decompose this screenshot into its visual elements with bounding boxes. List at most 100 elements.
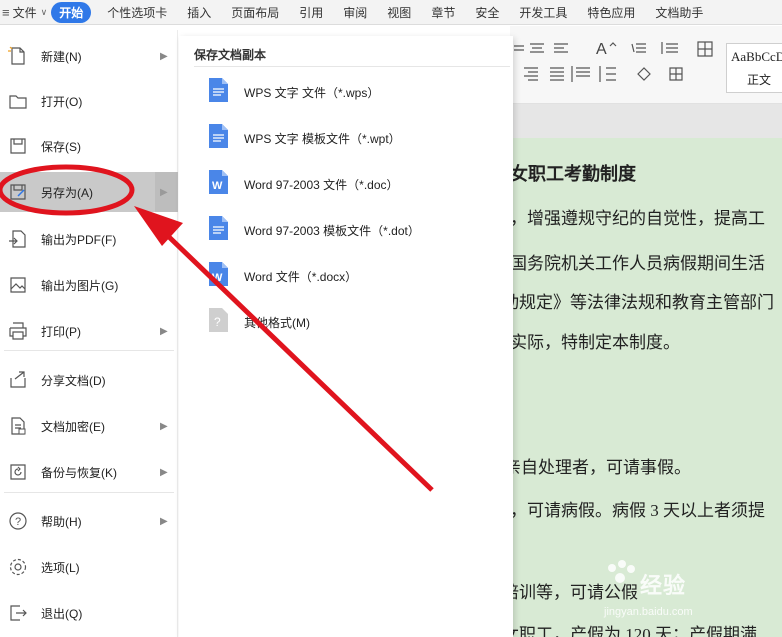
chevron-right-icon: ▶ — [160, 466, 168, 478]
menu-item-label: 输出为图片(G) — [41, 278, 119, 293]
encrypt-icon — [11, 417, 26, 435]
menu-item-label: 选项(L) — [41, 560, 80, 575]
format-label: WPS 文字 文件（*.wps） — [244, 86, 380, 100]
menu-item-export-image[interactable]: 输出为图片(G) — [0, 265, 178, 305]
document-gutter — [510, 104, 782, 138]
file-menu-label: 文件 — [12, 5, 37, 20]
document-line: ，可请病假。病假 3 天以上者须提 — [510, 501, 765, 520]
menu-item-exit[interactable]: 退出(Q) — [0, 593, 178, 633]
menu-item-print[interactable]: 打印(P) ▶ — [0, 311, 178, 351]
format-label: Word 97-2003 模板文件（*.dot） — [244, 224, 420, 238]
chevron-right-icon: ▶ — [160, 186, 168, 198]
save-as-dot[interactable]: Word 97-2003 模板文件（*.dot） — [179, 206, 513, 252]
document-line: 国务院机关工作人员病假期间生活 — [510, 254, 765, 273]
svg-text:W: W — [212, 272, 223, 284]
gear-icon — [9, 558, 27, 576]
tab-review[interactable]: 审阅 — [333, 4, 377, 21]
menu-item-label: 新建(N) — [41, 49, 82, 64]
save-as-other[interactable]: ? 其他格式(M) — [179, 298, 513, 344]
menu-divider — [4, 350, 174, 351]
new-file-icon — [8, 46, 25, 65]
chevron-right-icon: ▶ — [160, 515, 168, 527]
tab-start[interactable]: 开始 — [51, 1, 92, 23]
backup-icon — [10, 464, 26, 480]
save-as-submenu: 保存文档副本 WPS 文字 文件（*.wps） WPS 文字 模板文件（*.wp… — [179, 36, 513, 637]
document-heading: 女职工考勤制度 — [510, 164, 636, 184]
menu-item-label: 保存(S) — [41, 139, 81, 154]
submenu-title: 保存文档副本 — [194, 48, 267, 62]
menu-item-label: 帮助(H) — [41, 514, 82, 529]
format-label: 其他格式(M) — [244, 316, 310, 330]
tab-doc-assistant[interactable]: 文档助手 — [645, 4, 713, 21]
document-line: 实际，特制定本制度。 — [510, 333, 680, 352]
menu-item-help[interactable]: ? 帮助(H) ▶ — [0, 501, 178, 541]
menu-item-options[interactable]: 选项(L) — [0, 547, 178, 587]
save-as-wps[interactable]: WPS 文字 文件（*.wps） — [179, 68, 513, 114]
save-as-doc[interactable]: W Word 97-2003 文件（*.doc） — [179, 160, 513, 206]
menu-item-label: 输出为PDF(F) — [41, 232, 117, 247]
format-label: WPS 文字 模板文件（*.wpt） — [244, 132, 401, 146]
file-menu-button[interactable]: ≡ 文件 ∨ — [0, 0, 51, 25]
style-normal[interactable]: AaBbCcDd 正文 — [726, 43, 782, 93]
submenu-divider — [194, 66, 510, 67]
help-icon: ? — [9, 512, 27, 530]
chevron-down-icon: ∨ — [40, 6, 48, 17]
menu-item-encrypt[interactable]: 文档加密(E) ▶ — [0, 406, 178, 446]
tab-page-layout[interactable]: 页面布局 — [221, 4, 289, 21]
menu-item-label: 分享文档(D) — [41, 373, 106, 388]
align-icon — [530, 43, 544, 53]
chevron-right-icon: ▶ — [160, 420, 168, 432]
word-docx-icon: W — [209, 262, 228, 286]
menu-item-label: 另存为(A) — [41, 185, 93, 200]
exit-icon — [10, 605, 27, 621]
hamburger-icon: ≡ — [2, 4, 10, 20]
menu-item-label: 文档加密(E) — [41, 419, 105, 434]
tab-developer[interactable]: 开发工具 — [509, 4, 577, 21]
tab-view[interactable]: 视图 — [377, 4, 421, 21]
ribbon: A AaBbCcDd 正文 — [510, 26, 782, 104]
document-line: 动规定》等法律法规和教育主管部门 — [502, 293, 774, 312]
file-menu-panel: 新建(N) ▶ 打开(O) 保存(S) 另存为(A) ▶ 输出为PDF(F) 输… — [0, 30, 178, 637]
chevron-right-icon: ▶ — [160, 325, 168, 337]
svg-text:?: ? — [214, 315, 221, 329]
menu-item-label: 打开(O) — [41, 94, 83, 109]
menu-item-new[interactable]: 新建(N) ▶ — [0, 36, 178, 76]
tab-personal[interactable]: 个性选项卡 — [97, 4, 177, 21]
svg-text:W: W — [212, 180, 223, 192]
pdf-export-icon — [9, 230, 26, 248]
format-label: Word 97-2003 文件（*.doc） — [244, 178, 399, 192]
menu-item-share[interactable]: 分享文档(D) — [0, 360, 178, 400]
document-line: ，增强遵规守纪的自觉性，提高工 — [510, 209, 765, 228]
menu-item-save-as[interactable]: 另存为(A) ▶ — [0, 172, 178, 212]
word-template-icon — [209, 216, 228, 240]
save-icon — [10, 138, 26, 154]
svg-text:?: ? — [15, 516, 21, 528]
wps-file-icon — [209, 78, 228, 102]
menu-item-open[interactable]: 打开(O) — [0, 81, 178, 121]
menubar: ≡ 文件 ∨ 开始 个性选项卡 插入 页面布局 引用 审阅 视图 章节 安全 开… — [0, 0, 782, 25]
word-doc-icon: W — [209, 170, 228, 194]
tab-references[interactable]: 引用 — [289, 4, 333, 21]
image-export-icon — [10, 277, 26, 293]
menu-item-export-pdf[interactable]: 输出为PDF(F) — [0, 219, 178, 259]
chevron-right-icon: ▶ — [160, 50, 168, 62]
menu-item-label: 打印(P) — [41, 324, 81, 339]
printer-icon — [9, 322, 27, 340]
tab-insert[interactable]: 插入 — [177, 4, 221, 21]
tab-section[interactable]: 章节 — [421, 4, 465, 21]
save-as-wpt[interactable]: WPS 文字 模板文件（*.wpt） — [179, 114, 513, 160]
save-as-icon — [10, 184, 26, 200]
tab-security[interactable]: 安全 — [465, 4, 509, 21]
wps-template-icon — [209, 124, 228, 148]
save-as-docx[interactable]: W Word 文件（*.docx） — [179, 252, 513, 298]
watermark-text: 经验 — [640, 573, 687, 598]
style-sample: AaBbCcDd — [731, 49, 782, 64]
folder-icon — [9, 95, 27, 109]
tab-features[interactable]: 特色应用 — [577, 4, 645, 21]
menu-item-save[interactable]: 保存(S) — [0, 126, 178, 166]
menu-item-backup[interactable]: 备份与恢复(K) ▶ — [0, 452, 178, 492]
menu-divider — [4, 492, 174, 493]
other-format-icon: ? — [209, 308, 228, 332]
style-name: 正文 — [747, 73, 772, 87]
document-line: 女职工，产假为 120 天；产假期满 — [502, 625, 757, 637]
